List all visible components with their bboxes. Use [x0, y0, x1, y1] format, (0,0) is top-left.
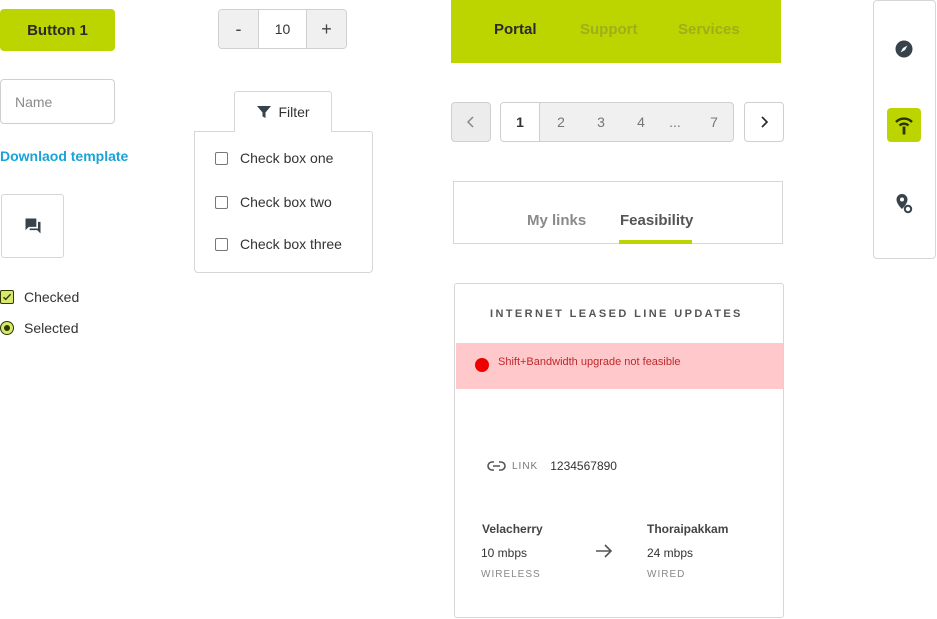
link-label: LINK: [512, 460, 539, 472]
page-2[interactable]: 2: [541, 103, 581, 141]
page-3[interactable]: 3: [581, 103, 621, 141]
chat-button[interactable]: [1, 194, 64, 258]
from-speed: 10 mbps: [481, 546, 528, 560]
link-row: LINK 1234567890: [487, 459, 617, 473]
filter-option-label: Check box three: [240, 236, 342, 252]
radio-dot: [4, 325, 10, 331]
alert-message: Shift+Bandwidth upgrade not feasible: [498, 356, 681, 368]
page-7[interactable]: 7: [695, 103, 733, 141]
filter-button[interactable]: Filter: [234, 91, 332, 132]
radio-label: Selected: [24, 320, 79, 336]
radio-selected[interactable]: [0, 321, 14, 335]
stepper-minus-button[interactable]: -: [219, 10, 258, 48]
chevron-left-icon: [466, 116, 474, 128]
to-type: WIRED: [647, 569, 686, 580]
filter-option[interactable]: Check box two: [215, 194, 332, 210]
error-dot-icon: [475, 358, 489, 372]
top-navigation-bar: Portal Support Services: [451, 0, 781, 63]
chat-icon: [25, 218, 40, 234]
card-title: INTERNET LEASED LINE UPDATES: [490, 308, 743, 320]
chevron-right-icon: [761, 116, 769, 128]
filter-label: Filter: [278, 104, 310, 120]
wifi-signal-icon: [895, 117, 913, 135]
tab-feasibility[interactable]: Feasibility: [620, 212, 693, 229]
filter-option-checkbox[interactable]: [215, 237, 228, 251]
pagination-next-button[interactable]: [744, 102, 784, 142]
alert-banner: Shift+Bandwidth upgrade not feasible: [456, 343, 783, 389]
page-ellipsis: ...: [669, 114, 681, 130]
stepper-value[interactable]: 10: [258, 10, 307, 48]
checkbox-label: Checked: [24, 289, 80, 305]
checkmark-icon: [3, 293, 12, 301]
pagination-prev-button[interactable]: [451, 102, 491, 142]
filter-option-label: Check box one: [240, 150, 334, 166]
filter-option-label: Check box two: [240, 194, 332, 210]
filter-option[interactable]: Check box one: [215, 150, 333, 166]
stepper-plus-button[interactable]: +: [307, 10, 346, 48]
tab-my-links[interactable]: My links: [527, 212, 586, 229]
page-4[interactable]: 4: [621, 103, 661, 141]
tab-bar: My links Feasibility: [453, 181, 783, 244]
nav-item-portal[interactable]: Portal: [494, 21, 537, 38]
checked-checkbox-row[interactable]: Checked: [0, 289, 79, 305]
active-tab-indicator: [619, 240, 692, 244]
filter-dropdown-panel: Check box one Check box two Check box th…: [194, 131, 373, 273]
filter-icon: [257, 106, 272, 118]
location-pin-button[interactable]: [887, 187, 921, 221]
button-1[interactable]: Button 1: [0, 9, 115, 51]
link-number: 1234567890: [550, 459, 617, 473]
nav-item-services[interactable]: Services: [678, 21, 740, 38]
filter-option-checkbox[interactable]: [215, 195, 228, 209]
to-speed: 24 mbps: [647, 546, 694, 560]
nav-item-support[interactable]: Support: [580, 21, 638, 38]
name-input[interactable]: [0, 79, 115, 124]
wifi-signal-button[interactable]: [887, 108, 921, 142]
arrow-right-icon: [596, 544, 613, 558]
right-icon-sidebar: [873, 0, 936, 259]
page-1[interactable]: 1: [501, 103, 540, 141]
download-template-link[interactable]: Downlaod template: [0, 148, 128, 164]
checkbox-checked[interactable]: [0, 290, 14, 304]
link-icon: [487, 461, 506, 471]
filter-option-checkbox[interactable]: [215, 151, 228, 165]
selected-radio-row[interactable]: Selected: [0, 320, 78, 336]
compass-button[interactable]: [887, 32, 921, 66]
from-type: WIRELESS: [481, 569, 541, 580]
leased-line-card: INTERNET LEASED LINE UPDATES Shift+Bandw…: [454, 283, 784, 618]
quantity-stepper: - 10 +: [218, 9, 347, 49]
filter-option[interactable]: Check box three: [215, 236, 342, 252]
from-location-name: Velacherry: [482, 522, 543, 536]
location-pin-icon: [896, 194, 913, 214]
to-location-name: Thoraipakkam: [647, 522, 729, 536]
pagination: 1 2 3 4 ... 7: [500, 102, 734, 142]
compass-icon: [895, 40, 913, 58]
